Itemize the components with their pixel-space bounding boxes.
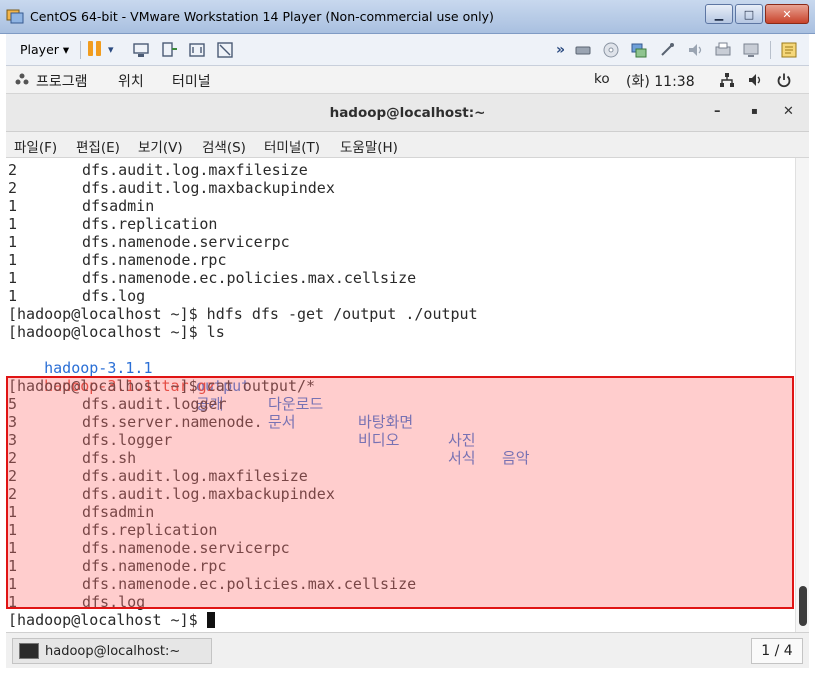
- gnome-top-bar: 프로그램 위치 터미널 ko (화) 11:38: [6, 66, 809, 94]
- message-log-icon[interactable]: [780, 41, 798, 59]
- printer-icon[interactable]: [714, 41, 732, 59]
- terminal-menubar: 파일(F) 편집(E) 보기(V) 검색(S) 터미널(T) 도움말(H): [6, 132, 809, 158]
- power-icon[interactable]: [776, 72, 792, 88]
- fit-window-icon[interactable]: [188, 41, 206, 59]
- clock[interactable]: (화) 11:38: [626, 71, 695, 91]
- send-ctrl-alt-del-icon[interactable]: [132, 41, 150, 59]
- taskbar-terminal-item[interactable]: hadoop@localhost:~: [12, 638, 212, 664]
- scrollbar-thumb[interactable]: [799, 586, 807, 626]
- highlight-annotation-box: [6, 376, 794, 609]
- toolbar-separator: [770, 41, 771, 59]
- output-line: 1 dfs.replication: [8, 215, 218, 233]
- vmware-app-icon: [6, 9, 24, 24]
- terminal-app-menu[interactable]: 터미널: [172, 71, 211, 91]
- command-prompt-active[interactable]: [hadoop@localhost ~]$: [8, 611, 215, 629]
- vm-minimize-button[interactable]: ▁: [705, 4, 733, 24]
- output-line: 1 dfsadmin: [8, 197, 155, 215]
- command-prompt-get: [hadoop@localhost ~]$ hdfs dfs -get /out…: [8, 305, 478, 323]
- workspace-indicator[interactable]: 1 / 4: [751, 638, 803, 664]
- vm-maximize-button[interactable]: □: [735, 4, 763, 24]
- places-menu[interactable]: 위치: [118, 71, 144, 91]
- terminal-scrollbar[interactable]: [795, 158, 809, 632]
- output-line: 1 dfs.namenode.ec.policies.max.cellsize: [8, 269, 417, 287]
- menu-view[interactable]: 보기(V): [138, 136, 183, 156]
- vm-close-button[interactable]: ✕: [765, 4, 809, 24]
- volume-icon[interactable]: [747, 72, 763, 88]
- output-line: 1 dfs.namenode.rpc: [8, 251, 227, 269]
- applications-menu-icon: [15, 73, 29, 85]
- more-devices-chevron[interactable]: »: [556, 41, 574, 59]
- menu-help[interactable]: 도움말(H): [340, 136, 398, 156]
- usb-device-icon[interactable]: [658, 41, 676, 59]
- ls-output-row: hadoop-3.1.1.tar.gz 공개 문서 비디오 서식: [8, 359, 475, 467]
- cd-dvd-icon[interactable]: [602, 41, 620, 59]
- display-icon[interactable]: [742, 41, 760, 59]
- taskbar-item-label: hadoop@localhost:~: [45, 643, 181, 659]
- vm-window-titlebar: CentOS 64-bit - VMware Workstation 14 Pl…: [0, 0, 815, 34]
- terminal-title: hadoop@localhost:~: [329, 105, 486, 121]
- vm-toolbar: Player ▾ ▾ »: [6, 34, 809, 66]
- input-method-indicator[interactable]: ko: [594, 71, 610, 87]
- applications-menu[interactable]: 프로그램: [36, 71, 88, 91]
- pause-dropdown-arrow[interactable]: ▾: [108, 41, 126, 59]
- unity-mode-icon[interactable]: [216, 41, 234, 59]
- terminal-minimize-button[interactable]: –: [714, 104, 721, 119]
- vm-window-title: CentOS 64-bit - VMware Workstation 14 Pl…: [30, 9, 494, 24]
- output-line: 2 dfs.audit.log.maxbackupindex: [8, 179, 335, 197]
- player-menu-button[interactable]: Player ▾: [14, 40, 75, 60]
- hard-disk-icon[interactable]: [574, 41, 592, 59]
- menu-terminal[interactable]: 터미널(T): [264, 136, 320, 156]
- text-cursor: [206, 612, 215, 628]
- terminal-icon: [19, 643, 39, 659]
- output-line: 2 dfs.audit.log.maxfilesize: [8, 161, 308, 179]
- gnome-window-list: hadoop@localhost:~ 1 / 4: [6, 632, 809, 668]
- removable-devices-icon[interactable]: [160, 41, 178, 59]
- pause-icon[interactable]: [88, 41, 106, 59]
- toolbar-separator: [80, 41, 81, 59]
- output-line: 1 dfs.namenode.servicerpc: [8, 233, 290, 251]
- terminal-maximize-button[interactable]: ▪: [751, 106, 758, 117]
- output-line: 1 dfs.log: [8, 287, 146, 305]
- ls-output-row: hadoop-3.1.1 output 다운로드 바탕화면 사진 음악: [8, 341, 529, 467]
- menu-search[interactable]: 검색(S): [202, 136, 246, 156]
- sound-card-icon[interactable]: [686, 41, 704, 59]
- menu-edit[interactable]: 편집(E): [76, 136, 120, 156]
- terminal-close-button[interactable]: ✕: [783, 104, 794, 119]
- network-icon[interactable]: [719, 72, 735, 88]
- network-adapter-icon[interactable]: [630, 41, 648, 59]
- menu-file[interactable]: 파일(F): [14, 136, 57, 156]
- terminal-titlebar: hadoop@localhost:~ – ▪ ✕: [6, 94, 809, 132]
- command-prompt-ls: [hadoop@localhost ~]$ ls: [8, 323, 225, 341]
